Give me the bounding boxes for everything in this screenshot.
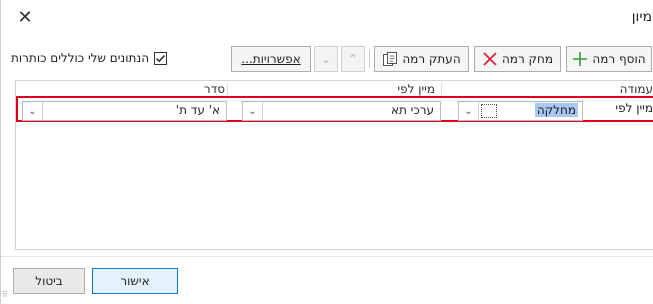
sort-level-row[interactable]: מיין לפי ⌄ מחלקה ⌄ ערכי תא ⌄ א' עד ת' [16, 96, 653, 122]
add-level-button[interactable]: הוסף רמה [566, 46, 652, 72]
sort-on-select[interactable]: ⌄ ערכי תא [242, 101, 441, 121]
ok-label: אישור [120, 274, 150, 288]
copy-level-button[interactable]: העתק רמה [374, 46, 469, 72]
chevron-down-icon: ⌄ [320, 52, 332, 66]
resize-grip-icon[interactable]: ⠿ [2, 291, 12, 302]
plus-icon [572, 51, 588, 67]
chevron-down-icon[interactable]: ⌄ [459, 102, 479, 120]
order-select-value: א' עד ת' [175, 103, 220, 117]
checkmark-icon [156, 54, 166, 62]
delete-level-label: מחק רמה [501, 52, 554, 66]
focus-rect [481, 104, 497, 118]
move-up-button[interactable]: ⌃ [341, 46, 365, 72]
dialog-title: מיון [631, 9, 652, 25]
column-header: עמודה [619, 82, 653, 96]
chevron-down-icon[interactable]: ⌄ [243, 102, 263, 120]
order-select[interactable]: ⌄ א' עד ת' [22, 101, 227, 121]
headers-checkbox[interactable] [154, 51, 168, 65]
sort-dialog: מיון ✕ הוסף רמה מחק רמה העתק רמה ⌃ ⌄ אפש… [0, 0, 653, 304]
delete-level-button[interactable]: מחק רמה [474, 46, 561, 72]
column-select[interactable]: ⌄ מחלקה [458, 101, 583, 121]
sort-on-header: מיין לפי [397, 82, 435, 96]
copy-level-label: העתק רמה [402, 52, 461, 66]
footer-divider [1, 256, 653, 257]
copy-icon [382, 51, 398, 67]
cancel-label: ביטול [35, 274, 63, 288]
sort-levels-table: עמודה מיין לפי סדר מיין לפי ⌄ מחלקה ⌄ ער… [15, 80, 653, 250]
red-x-icon [482, 51, 498, 67]
row-label: מיין לפי [615, 101, 653, 115]
chevron-up-icon: ⌃ [347, 52, 359, 66]
cancel-button[interactable]: ביטול [13, 268, 85, 294]
title-bar: מיון ✕ [1, 0, 653, 36]
options-button[interactable]: אפשרויות... [231, 46, 311, 72]
sort-on-select-value: ערכי תא [390, 103, 434, 117]
options-label: אפשרויות... [241, 52, 301, 66]
move-down-button[interactable]: ⌄ [314, 46, 338, 72]
table-header: עמודה מיין לפי סדר [16, 81, 653, 97]
header-divider [227, 83, 228, 95]
ok-button[interactable]: אישור [92, 268, 178, 294]
chevron-down-icon[interactable]: ⌄ [23, 102, 43, 120]
column-select-value: מחלקה [534, 103, 578, 117]
header-divider [441, 83, 442, 95]
toolbar-separator [369, 50, 370, 68]
close-icon[interactable]: ✕ [13, 5, 37, 29]
headers-checkbox-label: הנתונים שלי כוללים כותרות [11, 51, 150, 65]
headers-checkbox-row[interactable]: הנתונים שלי כוללים כותרות [11, 51, 168, 65]
add-level-label: הוסף רמה [592, 52, 646, 66]
order-header: סדר [203, 82, 225, 96]
